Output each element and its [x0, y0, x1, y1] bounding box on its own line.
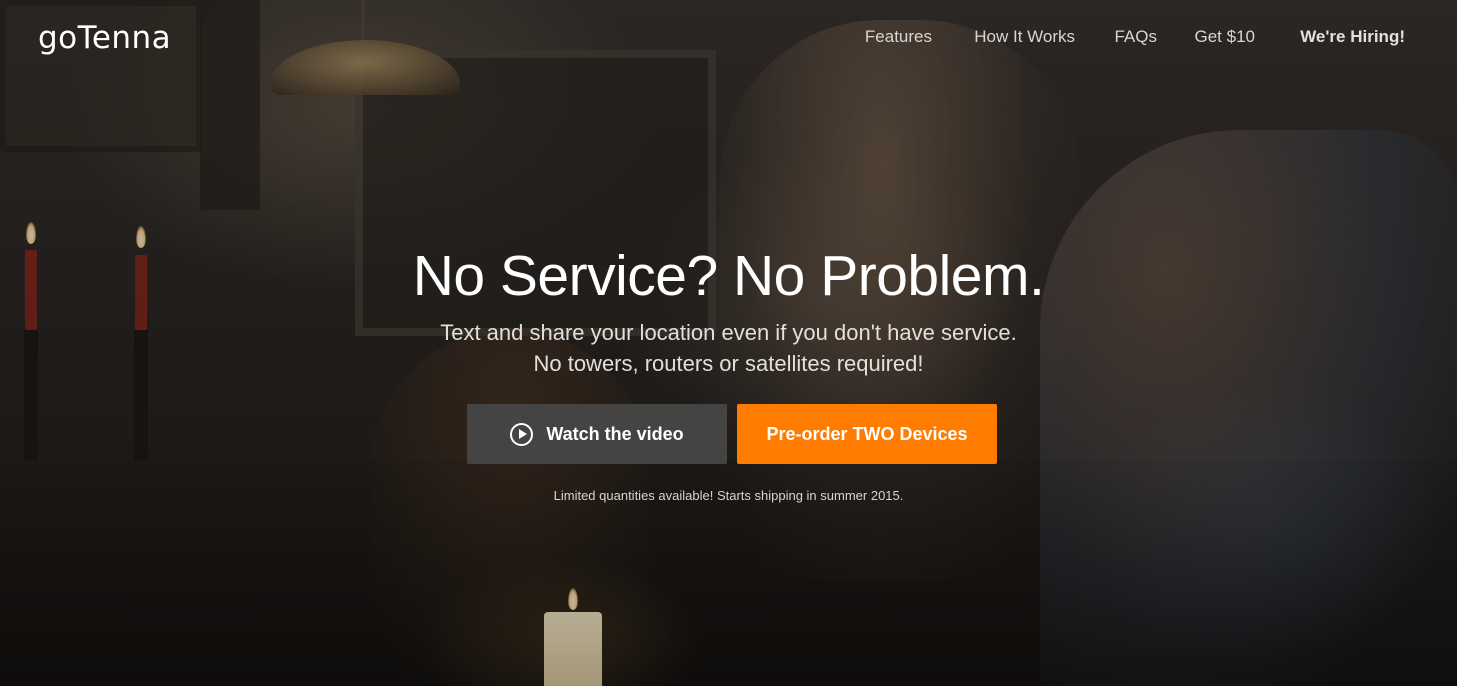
hero-section: goTenna Features How It Works FAQs Get $…: [0, 0, 1457, 686]
gotenna-logo[interactable]: goTenna: [38, 20, 171, 56]
nav-link-get-10[interactable]: Get $10: [1195, 27, 1256, 47]
nav-link-how-it-works[interactable]: How It Works: [974, 27, 1075, 47]
watch-video-label: Watch the video: [546, 423, 684, 444]
play-circle-icon: [510, 422, 534, 446]
nav-link-features[interactable]: Features: [865, 27, 932, 47]
preorder-label: Pre-order TWO Devices: [766, 423, 968, 444]
nav-link-faqs[interactable]: FAQs: [1114, 27, 1157, 47]
hero-headline: No Service? No Problem.: [412, 244, 1045, 308]
watch-video-button[interactable]: Watch the video: [467, 404, 727, 464]
nav-link-hiring[interactable]: We're Hiring!: [1300, 27, 1405, 47]
preorder-button[interactable]: Pre-order TWO Devices: [737, 404, 997, 464]
hero-subline-1: Text and share your location even if you…: [440, 320, 1017, 345]
availability-note: Limited quantities available! Starts shi…: [553, 488, 904, 503]
hero-subline-2: No towers, routers or satellites require…: [533, 351, 924, 376]
